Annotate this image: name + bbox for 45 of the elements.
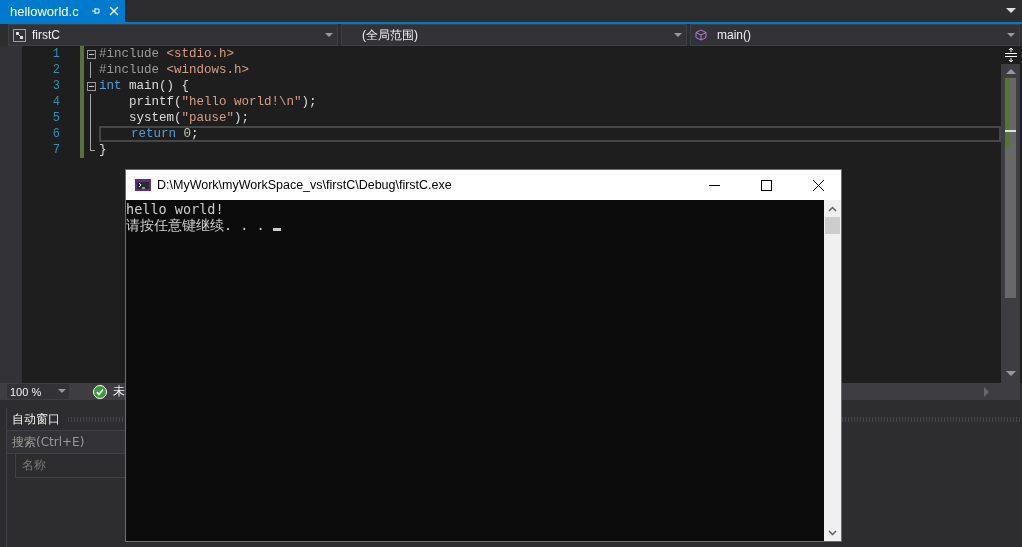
line-number: 5 [51, 110, 60, 126]
code-line: int main() { [99, 78, 190, 94]
close-icon[interactable] [812, 179, 824, 191]
navigation-dropdown[interactable]: firstC [8, 24, 338, 46]
line-number: 2 [51, 62, 60, 78]
collapse-icon[interactable] [87, 49, 96, 59]
code-line: return 0; [130, 128, 199, 140]
code-line: } [99, 142, 107, 158]
navigation-dropdown[interactable]: main() [690, 24, 1020, 46]
search-field[interactable]: 搜索(Ctrl+E) [7, 430, 125, 454]
caret-icon [674, 32, 682, 38]
maximize-icon[interactable] [760, 179, 772, 191]
file-tab[interactable]: helloworld.c [0, 0, 125, 22]
code-line: #include <stdio.h> [99, 46, 235, 62]
vertical-scrollbar[interactable] [1001, 46, 1020, 383]
vertical-scrollbar[interactable] [824, 200, 841, 541]
line-number: 3 [51, 78, 60, 94]
scroll-thumb[interactable] [825, 217, 840, 234]
line-number: 4 [51, 94, 60, 110]
navigation-dropdown[interactable]: (全局范围) [341, 24, 687, 46]
caret-icon [325, 32, 333, 38]
tab-title[interactable]: helloworld.c [10, 3, 79, 19]
project-icon [13, 28, 26, 42]
check-icon [93, 384, 107, 399]
caret-icon [58, 389, 66, 394]
line-number: 1 [51, 46, 60, 62]
console-icon [135, 179, 151, 191]
console-output: 请按任意键继续. . . [126, 217, 266, 233]
code-line: #include <windows.h> [99, 62, 250, 78]
cube-icon [695, 29, 707, 41]
collapse-icon[interactable] [87, 81, 96, 91]
pin-icon[interactable] [90, 6, 101, 16]
text-cursor [272, 228, 281, 231]
status-text: 未 [113, 383, 125, 400]
line-number: 6 [51, 126, 60, 142]
scroll-thumb[interactable] [1005, 78, 1016, 298]
code-line: system("pause"); [128, 110, 250, 126]
zoom-dropdown[interactable]: 100 % [7, 384, 69, 399]
line-number: 7 [51, 142, 60, 158]
caret-icon [1007, 32, 1015, 38]
dropdown-icon[interactable] [1006, 8, 1016, 14]
code-line: printf("hello world!\n"); [128, 94, 317, 110]
window-title: D:\MyWork\myWorkSpace_vs\firstC\Debug\firstC.exe [157, 178, 452, 192]
console-output: hello world! [126, 201, 224, 217]
panel-title: 自动窗口 [12, 410, 60, 428]
